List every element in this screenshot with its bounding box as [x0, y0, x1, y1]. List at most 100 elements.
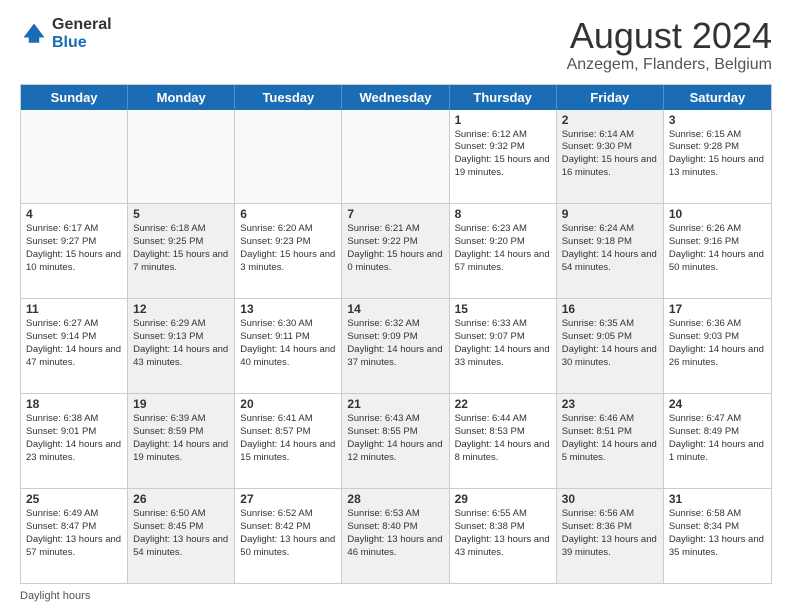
- day-number: 20: [240, 397, 336, 411]
- calendar-header-cell: Thursday: [450, 85, 557, 110]
- day-number: 26: [133, 492, 229, 506]
- day-number: 2: [562, 113, 658, 127]
- cell-text: Sunrise: 6:21 AMSunset: 9:22 PMDaylight:…: [347, 223, 443, 274]
- day-number: 13: [240, 302, 336, 316]
- calendar-cell: 7 Sunrise: 6:21 AMSunset: 9:22 PMDaylight…: [342, 204, 449, 298]
- cell-text: Sunrise: 6:55 AMSunset: 8:38 PMDaylight:…: [455, 508, 551, 559]
- calendar-header-cell: Sunday: [21, 85, 128, 110]
- calendar-cell: 17Sunrise: 6:36 AMSunset: 9:03 PMDayligh…: [664, 299, 771, 393]
- calendar-row: 4 Sunrise: 6:17 AMSunset: 9:27 PMDaylight…: [21, 204, 771, 299]
- calendar-cell: 22Sunrise: 6:44 AMSunset: 8:53 PMDayligh…: [450, 394, 557, 488]
- calendar-body: 1Sunrise: 6:12 AMSunset: 9:32 PMDaylight…: [21, 110, 771, 583]
- day-number: 25: [26, 492, 122, 506]
- cell-text: Sunrise: 6:15 AMSunset: 9:28 PMDaylight:…: [669, 129, 766, 180]
- cell-text: Sunrise: 6:18 AMSunset: 9:25 PMDaylight:…: [133, 223, 229, 274]
- calendar-cell: 6 Sunrise: 6:20 AMSunset: 9:23 PMDaylight…: [235, 204, 342, 298]
- calendar-cell: 11Sunrise: 6:27 AMSunset: 9:14 PMDayligh…: [21, 299, 128, 393]
- cell-text: Sunrise: 6:53 AMSunset: 8:40 PMDaylight:…: [347, 508, 443, 559]
- cell-text: Sunrise: 6:50 AMSunset: 8:45 PMDaylight:…: [133, 508, 229, 559]
- cell-text: Sunrise: 6:36 AMSunset: 9:03 PMDaylight:…: [669, 318, 766, 369]
- calendar-header-row: SundayMondayTuesdayWednesdayThursdayFrid…: [21, 85, 771, 110]
- cell-text: Sunrise: 6:35 AMSunset: 9:05 PMDaylight:…: [562, 318, 658, 369]
- calendar-row: 1Sunrise: 6:12 AMSunset: 9:32 PMDaylight…: [21, 110, 771, 205]
- cell-text: Sunrise: 6:39 AMSunset: 8:59 PMDaylight:…: [133, 413, 229, 464]
- calendar-cell: 12Sunrise: 6:29 AMSunset: 9:13 PMDayligh…: [128, 299, 235, 393]
- day-number: 4: [26, 207, 122, 221]
- calendar-header-cell: Friday: [557, 85, 664, 110]
- calendar-cell: 28 Sunrise: 6:53 AMSunset: 8:40 PMDayligh…: [342, 489, 449, 583]
- cell-text: Sunrise: 6:23 AMSunset: 9:20 PMDaylight:…: [455, 223, 551, 274]
- cell-text: Sunrise: 6:46 AMSunset: 8:51 PMDaylight:…: [562, 413, 658, 464]
- day-number: 5: [133, 207, 229, 221]
- cell-text: Sunrise: 6:12 AMSunset: 9:32 PMDaylight:…: [455, 129, 551, 180]
- day-number: 30: [562, 492, 658, 506]
- logo-blue: Blue: [52, 34, 87, 51]
- cell-text: Sunrise: 6:49 AMSunset: 8:47 PMDaylight:…: [26, 508, 122, 559]
- calendar: SundayMondayTuesdayWednesdayThursdayFrid…: [20, 84, 772, 584]
- calendar-cell: [21, 110, 128, 204]
- cell-text: Sunrise: 6:27 AMSunset: 9:14 PMDaylight:…: [26, 318, 122, 369]
- cell-text: Sunrise: 6:47 AMSunset: 8:49 PMDaylight:…: [669, 413, 766, 464]
- calendar-cell: 3Sunrise: 6:15 AMSunset: 9:28 PMDaylight…: [664, 110, 771, 204]
- calendar-header-cell: Wednesday: [342, 85, 449, 110]
- day-number: 8: [455, 207, 551, 221]
- calendar-header-cell: Tuesday: [235, 85, 342, 110]
- calendar-cell: 15Sunrise: 6:33 AMSunset: 9:07 PMDayligh…: [450, 299, 557, 393]
- calendar-header-cell: Saturday: [664, 85, 771, 110]
- cell-text: Sunrise: 6:41 AMSunset: 8:57 PMDaylight:…: [240, 413, 336, 464]
- day-number: 24: [669, 397, 766, 411]
- footer: Daylight hours: [20, 590, 772, 602]
- calendar-cell: 18 Sunrise: 6:38 AMSunset: 9:01 PMDayligh…: [21, 394, 128, 488]
- day-number: 7: [347, 207, 443, 221]
- cell-text: Sunrise: 6:14 AMSunset: 9:30 PMDaylight:…: [562, 129, 658, 180]
- cell-text: Sunrise: 6:20 AMSunset: 9:23 PMDaylight:…: [240, 223, 336, 274]
- calendar-cell: 13 Sunrise: 6:30 AMSunset: 9:11 PMDayligh…: [235, 299, 342, 393]
- logo-general: General: [52, 16, 112, 33]
- page-title: August 2024: [567, 16, 772, 56]
- calendar-cell: 24 Sunrise: 6:47 AMSunset: 8:49 PMDayligh…: [664, 394, 771, 488]
- day-number: 10: [669, 207, 766, 221]
- calendar-cell: 14Sunrise: 6:32 AMSunset: 9:09 PMDayligh…: [342, 299, 449, 393]
- calendar-cell: [235, 110, 342, 204]
- calendar-row: 18 Sunrise: 6:38 AMSunset: 9:01 PMDayligh…: [21, 394, 771, 489]
- cell-text: Sunrise: 6:43 AMSunset: 8:55 PMDaylight:…: [347, 413, 443, 464]
- calendar-cell: 26 Sunrise: 6:50 AMSunset: 8:45 PMDayligh…: [128, 489, 235, 583]
- calendar-cell: 16 Sunrise: 6:35 AMSunset: 9:05 PMDayligh…: [557, 299, 664, 393]
- header: General Blue August 2024 Anzegem, Flande…: [20, 16, 772, 74]
- calendar-cell: 2 Sunrise: 6:14 AMSunset: 9:30 PMDaylight…: [557, 110, 664, 204]
- cell-text: Sunrise: 6:17 AMSunset: 9:27 PMDaylight:…: [26, 223, 122, 274]
- calendar-cell: 9Sunrise: 6:24 AMSunset: 9:18 PMDaylight…: [557, 204, 664, 298]
- cell-text: Sunrise: 6:29 AMSunset: 9:13 PMDaylight:…: [133, 318, 229, 369]
- calendar-cell: 20 Sunrise: 6:41 AMSunset: 8:57 PMDayligh…: [235, 394, 342, 488]
- cell-text: Sunrise: 6:52 AMSunset: 8:42 PMDaylight:…: [240, 508, 336, 559]
- day-number: 22: [455, 397, 551, 411]
- page: General Blue August 2024 Anzegem, Flande…: [0, 0, 792, 612]
- calendar-cell: 25 Sunrise: 6:49 AMSunset: 8:47 PMDayligh…: [21, 489, 128, 583]
- day-number: 27: [240, 492, 336, 506]
- day-number: 28: [347, 492, 443, 506]
- footer-text: Daylight hours: [20, 590, 90, 602]
- calendar-cell: 31Sunrise: 6:58 AMSunset: 8:34 PMDayligh…: [664, 489, 771, 583]
- day-number: 29: [455, 492, 551, 506]
- logo-text: General Blue: [52, 16, 112, 51]
- calendar-cell: 5 Sunrise: 6:18 AMSunset: 9:25 PMDaylight…: [128, 204, 235, 298]
- day-number: 18: [26, 397, 122, 411]
- day-number: 15: [455, 302, 551, 316]
- day-number: 6: [240, 207, 336, 221]
- calendar-header-cell: Monday: [128, 85, 235, 110]
- calendar-cell: 30Sunrise: 6:56 AMSunset: 8:36 PMDayligh…: [557, 489, 664, 583]
- cell-text: Sunrise: 6:30 AMSunset: 9:11 PMDaylight:…: [240, 318, 336, 369]
- calendar-cell: 27 Sunrise: 6:52 AMSunset: 8:42 PMDayligh…: [235, 489, 342, 583]
- cell-text: Sunrise: 6:24 AMSunset: 9:18 PMDaylight:…: [562, 223, 658, 274]
- calendar-cell: 8 Sunrise: 6:23 AMSunset: 9:20 PMDaylight…: [450, 204, 557, 298]
- cell-text: Sunrise: 6:38 AMSunset: 9:01 PMDaylight:…: [26, 413, 122, 464]
- calendar-row: 25 Sunrise: 6:49 AMSunset: 8:47 PMDayligh…: [21, 489, 771, 583]
- calendar-cell: 19Sunrise: 6:39 AMSunset: 8:59 PMDayligh…: [128, 394, 235, 488]
- cell-text: Sunrise: 6:32 AMSunset: 9:09 PMDaylight:…: [347, 318, 443, 369]
- calendar-cell: 29 Sunrise: 6:55 AMSunset: 8:38 PMDayligh…: [450, 489, 557, 583]
- calendar-cell: 4 Sunrise: 6:17 AMSunset: 9:27 PMDaylight…: [21, 204, 128, 298]
- day-number: 31: [669, 492, 766, 506]
- day-number: 16: [562, 302, 658, 316]
- calendar-cell: 1Sunrise: 6:12 AMSunset: 9:32 PMDaylight…: [450, 110, 557, 204]
- calendar-cell: 10Sunrise: 6:26 AMSunset: 9:16 PMDayligh…: [664, 204, 771, 298]
